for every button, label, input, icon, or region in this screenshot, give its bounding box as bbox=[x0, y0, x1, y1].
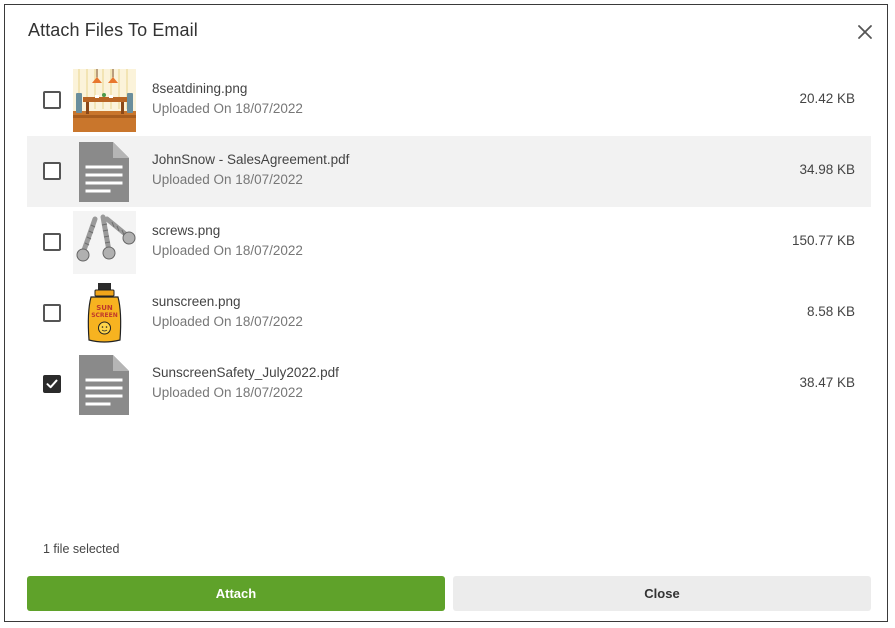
file-size: 38.47 KB bbox=[799, 375, 855, 390]
file-name: screws.png bbox=[152, 223, 221, 238]
file-list: 8seatdining.png Uploaded On 18/07/2022 2… bbox=[27, 65, 871, 420]
sunscreen-label-top: SUN bbox=[96, 304, 113, 312]
file-name: JohnSnow - SalesAgreement.pdf bbox=[152, 152, 350, 167]
file-row[interactable]: SunscreenSafety_July2022.pdf Uploaded On… bbox=[27, 349, 871, 420]
file-size: 20.42 KB bbox=[799, 91, 855, 106]
file-name: sunscreen.png bbox=[152, 294, 241, 309]
file-upload-date: Uploaded On 18/07/2022 bbox=[152, 101, 303, 116]
selection-status: 1 file selected bbox=[43, 542, 120, 556]
file-upload-date: Uploaded On 18/07/2022 bbox=[152, 172, 303, 187]
document-icon bbox=[73, 140, 136, 203]
dialog-title: Attach Files To Email bbox=[28, 20, 198, 40]
attach-button[interactable]: Attach bbox=[27, 576, 445, 611]
file-size: 34.98 KB bbox=[799, 162, 855, 177]
document-icon bbox=[73, 353, 136, 416]
sunscreen-label-bottom: SCREEN bbox=[91, 312, 118, 319]
file-checkbox[interactable] bbox=[43, 162, 61, 180]
checkmark-icon bbox=[46, 379, 58, 389]
file-row[interactable]: JohnSnow - SalesAgreement.pdf Uploaded O… bbox=[27, 136, 871, 207]
close-icon[interactable] bbox=[855, 22, 875, 42]
file-row[interactable]: SUN SCREEN sunscreen.png Uploaded On 18/… bbox=[27, 278, 871, 349]
file-checkbox-checked[interactable] bbox=[43, 375, 61, 393]
file-size: 8.58 KB bbox=[806, 304, 855, 319]
file-row[interactable]: screws.png Uploaded On 18/07/2022 150.77… bbox=[27, 207, 871, 278]
file-upload-date: Uploaded On 18/07/2022 bbox=[152, 314, 303, 329]
file-size: 150.77 KB bbox=[791, 233, 855, 248]
file-checkbox[interactable] bbox=[43, 304, 61, 322]
file-name: 8seatdining.png bbox=[152, 81, 248, 96]
attach-files-dialog: Attach Files To Email 8seatdining.png Up… bbox=[4, 4, 888, 622]
screws-thumbnail bbox=[73, 211, 136, 274]
file-row[interactable]: 8seatdining.png Uploaded On 18/07/2022 2… bbox=[27, 65, 871, 136]
file-checkbox[interactable] bbox=[43, 233, 61, 251]
file-name: SunscreenSafety_July2022.pdf bbox=[152, 365, 339, 380]
file-upload-date: Uploaded On 18/07/2022 bbox=[152, 385, 303, 400]
file-checkbox[interactable] bbox=[43, 91, 61, 109]
file-upload-date: Uploaded On 18/07/2022 bbox=[152, 243, 303, 258]
dining-room-thumbnail bbox=[73, 69, 136, 132]
close-button[interactable]: Close bbox=[453, 576, 871, 611]
sunscreen-thumbnail: SUN SCREEN bbox=[73, 282, 136, 345]
